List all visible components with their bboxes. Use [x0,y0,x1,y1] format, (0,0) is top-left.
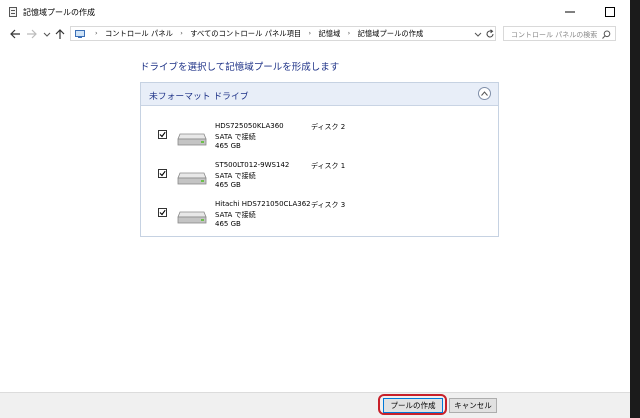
up-button[interactable] [53,27,67,41]
drive-disk-number: ディスク 3 [311,201,346,209]
drive-item: Hitachi HDS721050CLA362 SATA で接続 465 GB … [141,200,498,236]
dialog-footer: プールの作成 キャンセル [0,392,630,418]
create-pool-button[interactable]: プールの作成 [383,398,443,413]
address-history-button[interactable] [473,28,483,40]
chevron-down-icon [43,32,51,37]
drive-connection: SATA で接続 [215,211,256,219]
arrow-left-icon [10,29,20,39]
drive-model: ST500LT012-9WS142 [215,161,290,169]
checkmark-icon [159,209,166,216]
drive-checkbox[interactable] [158,208,167,217]
unformatted-drives-panel: 未フォーマット ドライブ HDS725050KLA360 SATA で接続 46… [140,82,499,237]
create-storage-pool-window: 記憶域プールの作成 › コントロール パネル › すべてのコントロール パネル項… [0,0,630,418]
arrow-right-icon [27,29,37,39]
drive-disk-number: ディスク 1 [311,162,346,170]
drive-disk-number: ディスク 2 [311,123,346,131]
minimize-icon [565,11,575,13]
back-button[interactable] [8,27,22,41]
maximize-button[interactable] [590,0,630,24]
window-title: 記憶域プールの作成 [23,8,95,17]
drive-connection: SATA で接続 [215,133,256,141]
drive-item: HDS725050KLA360 SATA で接続 465 GB ディスク 2 [141,122,498,158]
drive-checkbox[interactable] [158,169,167,178]
hard-drive-icon [177,211,207,224]
drive-model: Hitachi HDS721050CLA362 [215,200,311,208]
chevron-up-icon [481,91,488,96]
title-bar: 記憶域プールの作成 [0,0,630,24]
recent-locations-button[interactable] [40,27,54,41]
arrow-up-icon [55,29,65,39]
search-icon [602,30,611,39]
drive-model: HDS725050KLA360 [215,122,284,130]
address-box[interactable]: › コントロール パネル › すべてのコントロール パネル項目 › 記憶域 › … [70,26,496,41]
breadcrumb-storage-spaces[interactable]: 記憶域 [318,29,340,39]
breadcrumb: › コントロール パネル › すべてのコントロール パネル項目 › 記憶域 › … [90,29,423,39]
search-input[interactable]: コントロール パネルの検索 [503,26,616,41]
section-title: 未フォーマット ドライブ [149,92,249,102]
storage-spaces-icon [9,7,17,17]
section-header[interactable]: 未フォーマット ドライブ [141,83,498,106]
minimize-button[interactable] [550,0,590,24]
page-heading: ドライブを選択して記憶域プールを形成します [140,62,340,73]
drive-item: ST500LT012-9WS142 SATA で接続 465 GB ディスク 1 [141,161,498,197]
breadcrumb-control-panel[interactable]: コントロール パネル [105,29,173,39]
drive-connection: SATA で接続 [215,172,256,180]
checkmark-icon [159,131,166,138]
breadcrumb-create-pool[interactable]: 記憶域プールの作成 [358,29,424,39]
collapse-section-button[interactable] [478,87,491,100]
breadcrumb-separator[interactable]: › [348,29,351,37]
breadcrumb-separator: › [95,29,98,37]
cancel-button[interactable]: キャンセル [449,398,497,413]
control-panel-icon [75,30,85,38]
search-placeholder: コントロール パネルの検索 [511,31,598,39]
drive-checkbox[interactable] [158,130,167,139]
breadcrumb-separator[interactable]: › [309,29,312,37]
drive-capacity: 465 GB [215,181,241,189]
checkmark-icon [159,170,166,177]
hard-drive-icon [177,172,207,185]
breadcrumb-all-control-panel-items[interactable]: すべてのコントロール パネル項目 [190,29,301,39]
drive-capacity: 465 GB [215,142,241,150]
refresh-icon [486,29,494,38]
hard-drive-icon [177,133,207,146]
breadcrumb-separator[interactable]: › [180,29,183,37]
refresh-button[interactable] [485,28,495,40]
forward-button[interactable] [25,27,39,41]
drive-capacity: 465 GB [215,220,241,228]
content-area: ドライブを選択して記憶域プールを形成します 未フォーマット ドライブ HDS72… [0,44,630,392]
maximize-icon [605,7,615,17]
chevron-down-icon [474,32,482,37]
navigation-bar: › コントロール パネル › すべてのコントロール パネル項目 › 記憶域 › … [0,24,630,44]
